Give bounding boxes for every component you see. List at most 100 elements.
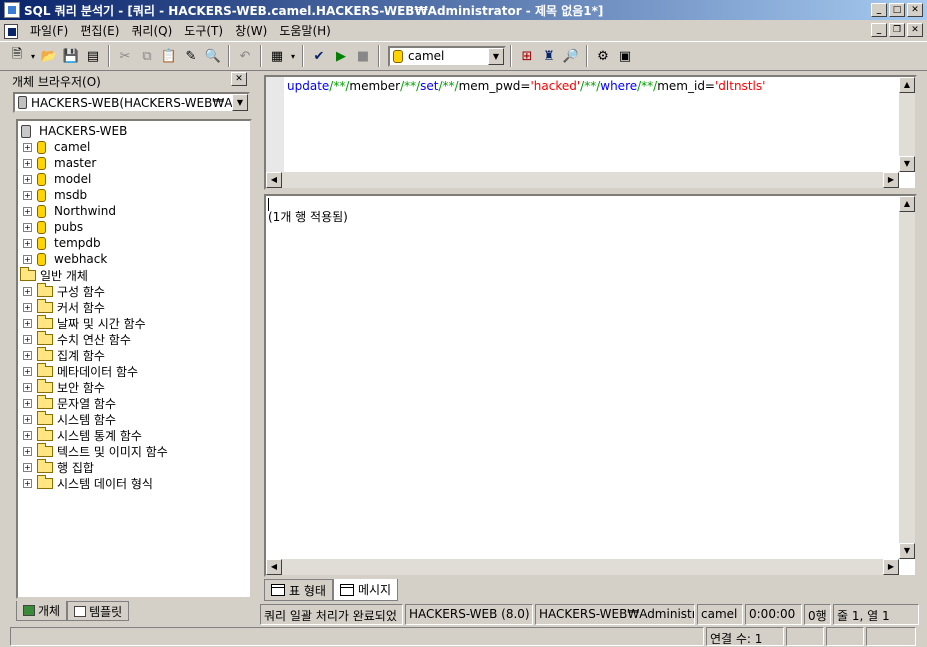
expand-icon[interactable]: + [23, 350, 32, 360]
document-icon[interactable] [2, 23, 20, 39]
chevron-down-icon[interactable]: ▼ [488, 47, 504, 65]
results-mode-dropdown-icon[interactable]: ▾ [288, 45, 298, 67]
scroll-right-icon[interactable]: ▶ [883, 172, 899, 188]
parse-query-icon[interactable]: ✔ [308, 45, 330, 67]
scroll-left-icon[interactable]: ◀ [266, 172, 282, 188]
tree-folder-node[interactable]: + 시스템 함수 [18, 410, 250, 427]
expand-icon[interactable]: + [23, 238, 32, 248]
tab-objects[interactable]: 개체 [16, 601, 68, 621]
cut-icon[interactable]: ✂ [114, 45, 136, 67]
undo-icon[interactable]: ↶ [234, 45, 256, 67]
menu-tools[interactable]: 도구(T) [178, 22, 229, 39]
menu-window[interactable]: 창(W) [229, 22, 273, 39]
expand-icon[interactable]: + [23, 174, 32, 184]
tree-folder-node[interactable]: + 시스템 데이터 형식 [18, 474, 250, 491]
tree-database-node[interactable]: + camel [18, 139, 250, 155]
expand-icon[interactable]: + [23, 158, 32, 168]
tree-folder-node[interactable]: + 커서 함수 [18, 298, 250, 315]
chevron-down-icon[interactable]: ▼ [232, 94, 248, 111]
tree-folder-node[interactable]: + 보안 함수 [18, 378, 250, 395]
tree-database-node[interactable]: + master [18, 155, 250, 171]
menu-edit[interactable]: 편집(E) [74, 22, 125, 39]
tree-folder-node[interactable]: + 문자열 함수 [18, 394, 250, 411]
tree-database-node[interactable]: + msdb [18, 187, 250, 203]
tree-database-node[interactable]: + tempdb [18, 235, 250, 251]
tree-server-node[interactable]: HACKERS-WEB [18, 123, 250, 139]
tab-messages[interactable]: 메시지 [332, 579, 399, 601]
tree-folder-node[interactable]: + 날짜 및 시간 함수 [18, 314, 250, 331]
save-icon[interactable]: 💾 [60, 45, 82, 67]
object-search-icon[interactable]: 🔎 [560, 45, 582, 67]
maximize-button[interactable]: □ [889, 3, 905, 17]
menu-query[interactable]: 쿼리(Q) [125, 22, 178, 39]
copy-icon[interactable]: ⧉ [136, 45, 158, 67]
expand-icon[interactable]: + [23, 190, 32, 200]
expand-icon[interactable]: + [23, 334, 32, 344]
editor-horizontal-scrollbar[interactable]: ◀ ▶ [266, 172, 899, 188]
tree-database-node[interactable]: + pubs [18, 219, 250, 235]
open-icon[interactable]: 📂 [38, 45, 60, 67]
results-horizontal-scrollbar[interactable]: ◀ ▶ [266, 559, 899, 575]
cancel-execution-icon[interactable]: ■ [352, 45, 374, 67]
doc-close-button[interactable]: ✕ [907, 23, 923, 37]
tree-database-node[interactable]: + webhack [18, 251, 250, 267]
expand-icon[interactable]: + [23, 462, 32, 472]
results-mode-icon[interactable]: ▦ [266, 45, 288, 67]
tree-folder-node[interactable]: + 행 집합 [18, 458, 250, 475]
expand-icon[interactable]: + [23, 142, 32, 152]
results-pane[interactable]: (1개 행 적용됨) ▲ ▼ ◀ ▶ [264, 194, 917, 577]
tree-folder-node[interactable]: + 집계 함수 [18, 346, 250, 363]
expand-icon[interactable]: + [23, 446, 32, 456]
tab-grid[interactable]: 표 형태 [264, 579, 333, 601]
show-results-pane-icon[interactable]: ▣ [614, 45, 636, 67]
menu-file[interactable]: 파일(F) [24, 22, 74, 39]
expand-icon[interactable]: + [23, 414, 32, 424]
expand-icon[interactable]: + [23, 302, 32, 312]
new-dropdown-icon[interactable]: ▾ [28, 45, 38, 67]
expand-icon[interactable]: + [23, 398, 32, 408]
scroll-down-icon[interactable]: ▼ [899, 543, 915, 559]
expand-icon[interactable]: + [23, 318, 32, 328]
close-button[interactable]: ✕ [907, 3, 923, 17]
editor-vertical-scrollbar[interactable]: ▲ ▼ [899, 77, 915, 172]
doc-restore-button[interactable]: ❐ [889, 23, 905, 37]
tree-common-objects-node[interactable]: 일반 개체 [18, 266, 250, 283]
expand-icon[interactable]: + [23, 366, 32, 376]
server-select[interactable]: HACKERS-WEB(HACKERS-WEB₩A ▼ [13, 92, 250, 113]
new-query-icon[interactable]: 🗎 [6, 45, 28, 67]
tree-folder-node[interactable]: + 시스템 통계 함수 [18, 426, 250, 443]
tree-folder-node[interactable]: + 메타데이터 함수 [18, 362, 250, 379]
insert-template-icon[interactable]: ▤ [82, 45, 104, 67]
execute-icon[interactable]: ▶ [330, 45, 352, 67]
tree-database-node[interactable]: + model [18, 171, 250, 187]
scroll-up-icon[interactable]: ▲ [899, 196, 915, 212]
expand-icon[interactable]: + [23, 254, 32, 264]
expand-icon[interactable]: + [23, 430, 32, 440]
tree-folder-node[interactable]: + 텍스트 및 이미지 함수 [18, 442, 250, 459]
object-browser-close-button[interactable]: ✕ [231, 72, 247, 86]
tab-templates[interactable]: 템플릿 [67, 601, 130, 621]
paste-icon[interactable]: 📋 [158, 45, 180, 67]
find-icon[interactable]: 🔍 [202, 45, 224, 67]
scroll-down-icon[interactable]: ▼ [899, 156, 915, 172]
scroll-left-icon[interactable]: ◀ [266, 559, 282, 575]
expand-icon[interactable]: + [23, 222, 32, 232]
expand-icon[interactable]: + [23, 382, 32, 392]
expand-icon[interactable]: + [23, 286, 32, 296]
expand-icon[interactable]: + [23, 478, 32, 488]
results-vertical-scrollbar[interactable]: ▲ ▼ [899, 196, 915, 559]
tree-database-node[interactable]: + Northwind [18, 203, 250, 219]
execution-plan-icon[interactable]: ⊞ [516, 45, 538, 67]
scroll-right-icon[interactable]: ▶ [883, 559, 899, 575]
tree-folder-node[interactable]: + 수치 연산 함수 [18, 330, 250, 347]
minimize-button[interactable]: _ [871, 3, 887, 17]
menu-help[interactable]: 도움말(H) [273, 22, 337, 39]
object-browser-icon[interactable]: ♜ [538, 45, 560, 67]
database-select[interactable]: camel ▼ [388, 45, 506, 67]
sql-statement[interactable]: update/**/member/**/set/**/mem_pwd='hack… [287, 79, 765, 93]
doc-minimize-button[interactable]: _ [871, 23, 887, 37]
expand-icon[interactable]: + [23, 206, 32, 216]
tree-folder-node[interactable]: + 구성 함수 [18, 282, 250, 299]
scroll-up-icon[interactable]: ▲ [899, 77, 915, 93]
clear-window-icon[interactable]: ✎ [180, 45, 202, 67]
